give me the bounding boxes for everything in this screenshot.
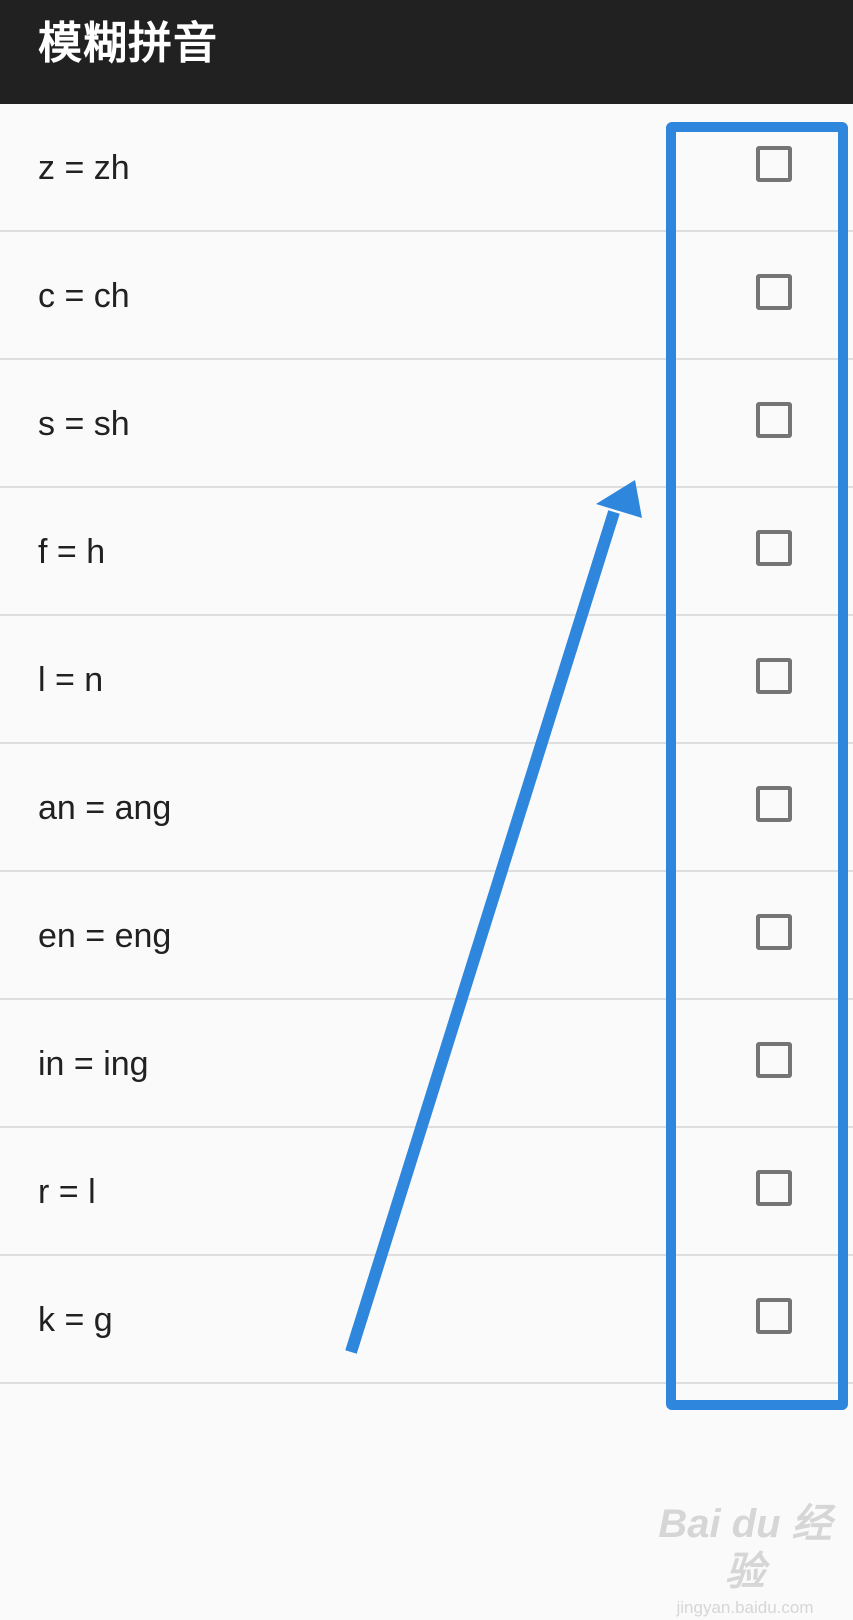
option-label: c = ch	[38, 277, 130, 315]
watermark: Bai du 经验 jingyan.baidu.com	[650, 1500, 840, 1617]
list-item-an-ang[interactable]: an = ang	[0, 744, 853, 872]
list-item-en-eng[interactable]: en = eng	[0, 872, 853, 1000]
option-label: an = ang	[38, 789, 172, 827]
watermark-logo: Bai du 经验	[658, 1502, 832, 1594]
option-label: z = zh	[38, 149, 130, 187]
option-label: in = ing	[38, 1045, 149, 1083]
option-label: r = l	[38, 1173, 96, 1211]
checkbox[interactable]	[756, 402, 792, 438]
list-item-f-h[interactable]: f = h	[0, 488, 853, 616]
option-label: f = h	[38, 533, 106, 571]
list-item-k-g[interactable]: k = g	[0, 1256, 853, 1384]
fuzzy-pinyin-list: z = zh c = ch s = sh f = h l = n an = an…	[0, 104, 853, 1384]
checkbox[interactable]	[756, 146, 792, 182]
list-item-z-zh[interactable]: z = zh	[0, 104, 853, 232]
checkbox[interactable]	[756, 1042, 792, 1078]
checkbox[interactable]	[756, 914, 792, 950]
option-label: s = sh	[38, 405, 130, 443]
page-title: 模糊拼音	[38, 18, 218, 69]
checkbox[interactable]	[756, 1170, 792, 1206]
list-item-s-sh[interactable]: s = sh	[0, 360, 853, 488]
checkbox[interactable]	[756, 658, 792, 694]
checkbox[interactable]	[756, 274, 792, 310]
option-label: k = g	[38, 1301, 113, 1339]
list-item-r-l[interactable]: r = l	[0, 1128, 853, 1256]
app-bar: 模糊拼音	[0, 0, 853, 104]
checkbox[interactable]	[756, 786, 792, 822]
list-item-l-n[interactable]: l = n	[0, 616, 853, 744]
list-item-c-ch[interactable]: c = ch	[0, 232, 853, 360]
list-item-in-ing[interactable]: in = ing	[0, 1000, 853, 1128]
option-label: l = n	[38, 661, 104, 699]
option-label: en = eng	[38, 917, 172, 955]
checkbox[interactable]	[756, 530, 792, 566]
checkbox[interactable]	[756, 1298, 792, 1334]
